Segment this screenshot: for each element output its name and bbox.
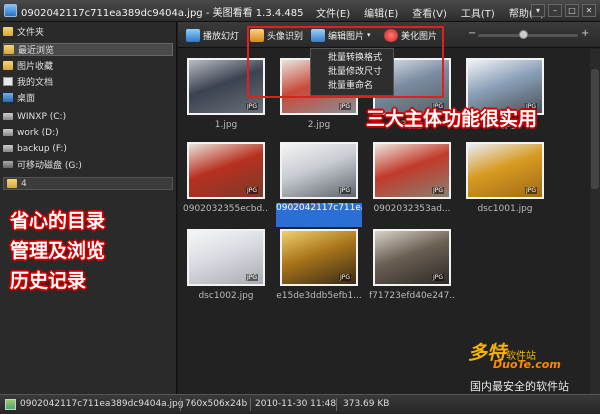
status-separator bbox=[336, 398, 337, 411]
status-filename: 0902042117c711ea389dc9404a.jpg bbox=[20, 399, 184, 409]
sidebar-item-label: 图片收藏 bbox=[17, 62, 54, 72]
desktop-icon bbox=[3, 93, 13, 102]
slideshow-icon bbox=[186, 28, 200, 42]
folder-icon bbox=[4, 45, 14, 54]
jpg-badge: JPG bbox=[245, 103, 258, 110]
thumbnail-image[interactable]: JPG bbox=[373, 142, 451, 199]
sidebar-item-drive-d[interactable]: work (D:) bbox=[3, 126, 173, 139]
thumbnail-image[interactable]: JPG bbox=[280, 229, 358, 286]
folder-icon bbox=[3, 27, 13, 36]
menu-edit[interactable]: 编辑(E) bbox=[364, 5, 398, 20]
document-icon bbox=[3, 77, 13, 86]
sidebar-item-folders[interactable]: 文件夹 bbox=[3, 25, 173, 38]
thumbnail-image[interactable]: JPG bbox=[187, 142, 265, 199]
jpg-badge: JPG bbox=[338, 187, 351, 194]
slideshow-button[interactable]: 播放幻灯 bbox=[186, 27, 239, 43]
slideshow-label: 播放幻灯 bbox=[203, 31, 240, 42]
sidebar-item-label: 文件夹 bbox=[17, 28, 45, 38]
close-button[interactable]: ✕ bbox=[582, 4, 596, 17]
status-separator bbox=[180, 398, 181, 411]
thumbnail-label: e15de3ddb5efb1... bbox=[276, 291, 362, 301]
promo-main-text: 三大主体功能很实用 bbox=[366, 108, 538, 130]
thumbnail-label: dsc1001.jpg bbox=[477, 204, 533, 214]
status-separator bbox=[250, 398, 251, 411]
menu-tools[interactable]: 工具(T) bbox=[461, 5, 495, 20]
watermark-slogan: 国内最安全的软件站 bbox=[470, 380, 569, 393]
thumbnail-label: 0902032353ad... bbox=[373, 204, 451, 214]
zoom-slider-knob[interactable] bbox=[518, 30, 528, 39]
sidebar: 文件夹 最近浏览 图片收藏 我的文档 桌面 WINXP (C:) work (D… bbox=[0, 22, 177, 394]
status-bar: 0902042117c711ea389dc9404a.jpg 760x506x2… bbox=[0, 394, 600, 414]
drive-icon bbox=[3, 113, 13, 120]
sidebar-item-label: 可移动磁盘 (G:) bbox=[17, 161, 82, 171]
sidebar-item-recent[interactable]: 最近浏览 bbox=[3, 43, 173, 56]
zoom-slider[interactable] bbox=[478, 30, 578, 39]
thumbnail-label: 0902042117c711ea389dc9404a.jpg bbox=[276, 203, 362, 227]
highlight-box bbox=[247, 26, 444, 98]
sidebar-item-label: WINXP (C:) bbox=[17, 111, 67, 122]
watermark-url: DuoTe.com bbox=[493, 358, 561, 371]
drive-icon bbox=[3, 145, 13, 152]
jpg-badge: JPG bbox=[245, 187, 258, 194]
thumbnail-label: 1.jpg bbox=[214, 120, 238, 130]
status-datetime: 2010-11-30 11:48 bbox=[255, 399, 337, 409]
thumbnail-image[interactable]: JPG bbox=[373, 229, 451, 286]
sidebar-item-my-documents[interactable]: 我的文档 bbox=[3, 75, 173, 88]
promo-text-line: 省心的目录 bbox=[10, 210, 106, 232]
sidebar-item-label: 桌面 bbox=[17, 94, 36, 104]
scrollbar[interactable] bbox=[590, 49, 600, 394]
menu-view[interactable]: 查看(V) bbox=[412, 5, 447, 20]
thumbnail-image[interactable]: JPG bbox=[280, 142, 358, 199]
folder-icon bbox=[3, 61, 13, 70]
thumbnail-label: 2.jpg bbox=[307, 120, 331, 130]
drive-icon bbox=[3, 129, 13, 136]
sidebar-item-label: work (D:) bbox=[17, 127, 59, 138]
app-icon bbox=[4, 4, 17, 17]
promo-text-line: 管理及浏览 bbox=[10, 240, 106, 262]
jpg-badge: JPG bbox=[431, 274, 444, 281]
thumbnail-label: f71723efd40e247... bbox=[369, 291, 455, 301]
jpg-badge: JPG bbox=[524, 187, 537, 194]
maximize-button[interactable]: □ bbox=[565, 4, 579, 17]
window-title: 0902042117c711ea389dc9404a.jpg - 美图看看 1.… bbox=[21, 8, 304, 19]
menu-bar: 文件(E) 编辑(E) 查看(V) 工具(T) 帮助(H) bbox=[316, 5, 544, 20]
sidebar-item-drive-f[interactable]: backup (F:) bbox=[3, 142, 173, 155]
thumbnail-image[interactable]: JPG bbox=[466, 142, 544, 199]
sidebar-item-label: 我的文档 bbox=[17, 78, 54, 88]
jpg-badge: JPG bbox=[338, 274, 351, 281]
folder-icon bbox=[7, 179, 17, 188]
sidebar-item-label: backup (F:) bbox=[17, 143, 67, 154]
sidebar-item-desktop[interactable]: 桌面 bbox=[3, 91, 173, 104]
zoom-out-button[interactable]: − bbox=[468, 28, 476, 39]
thumbnail-image[interactable]: JPG bbox=[187, 229, 265, 286]
menu-file[interactable]: 文件(E) bbox=[316, 5, 350, 20]
folder-path-bar[interactable]: 4 bbox=[3, 177, 173, 190]
usb-drive-icon bbox=[3, 161, 13, 168]
status-dimensions: 760x506x24b bbox=[185, 399, 248, 409]
folder-path-value: 4 bbox=[21, 178, 27, 189]
scrollbar-thumb[interactable] bbox=[591, 69, 599, 189]
status-filesize: 373.69 KB bbox=[343, 399, 390, 409]
jpg-badge: JPG bbox=[431, 187, 444, 194]
promo-text-line: 历史记录 bbox=[10, 270, 87, 292]
sidebar-item-drive-c[interactable]: WINXP (C:) bbox=[3, 110, 173, 123]
thumbnail-label: dsc1002.jpg bbox=[198, 291, 254, 301]
zoom-in-button[interactable]: + bbox=[581, 28, 589, 39]
image-file-icon bbox=[5, 399, 16, 410]
minimize-button[interactable]: – bbox=[548, 4, 562, 17]
sidebar-item-label: 最近浏览 bbox=[18, 46, 55, 56]
sidebar-item-drive-g[interactable]: 可移动磁盘 (G:) bbox=[3, 158, 173, 171]
sidebar-item-favorites[interactable]: 图片收藏 bbox=[3, 59, 173, 72]
title-bar: 0902042117c711ea389dc9404a.jpg - 美图看看 1.… bbox=[0, 0, 600, 22]
thumbnail-label: 0902032355ecbd... bbox=[183, 204, 269, 214]
watermark: 多特软件站 DuoTe.com 国内最安全的软件站 bbox=[468, 338, 569, 393]
menu-dropdown-button[interactable]: ▾ bbox=[531, 4, 545, 17]
window-controls: ▾ – □ ✕ bbox=[531, 4, 596, 17]
jpg-badge: JPG bbox=[338, 103, 351, 110]
jpg-badge: JPG bbox=[245, 274, 258, 281]
